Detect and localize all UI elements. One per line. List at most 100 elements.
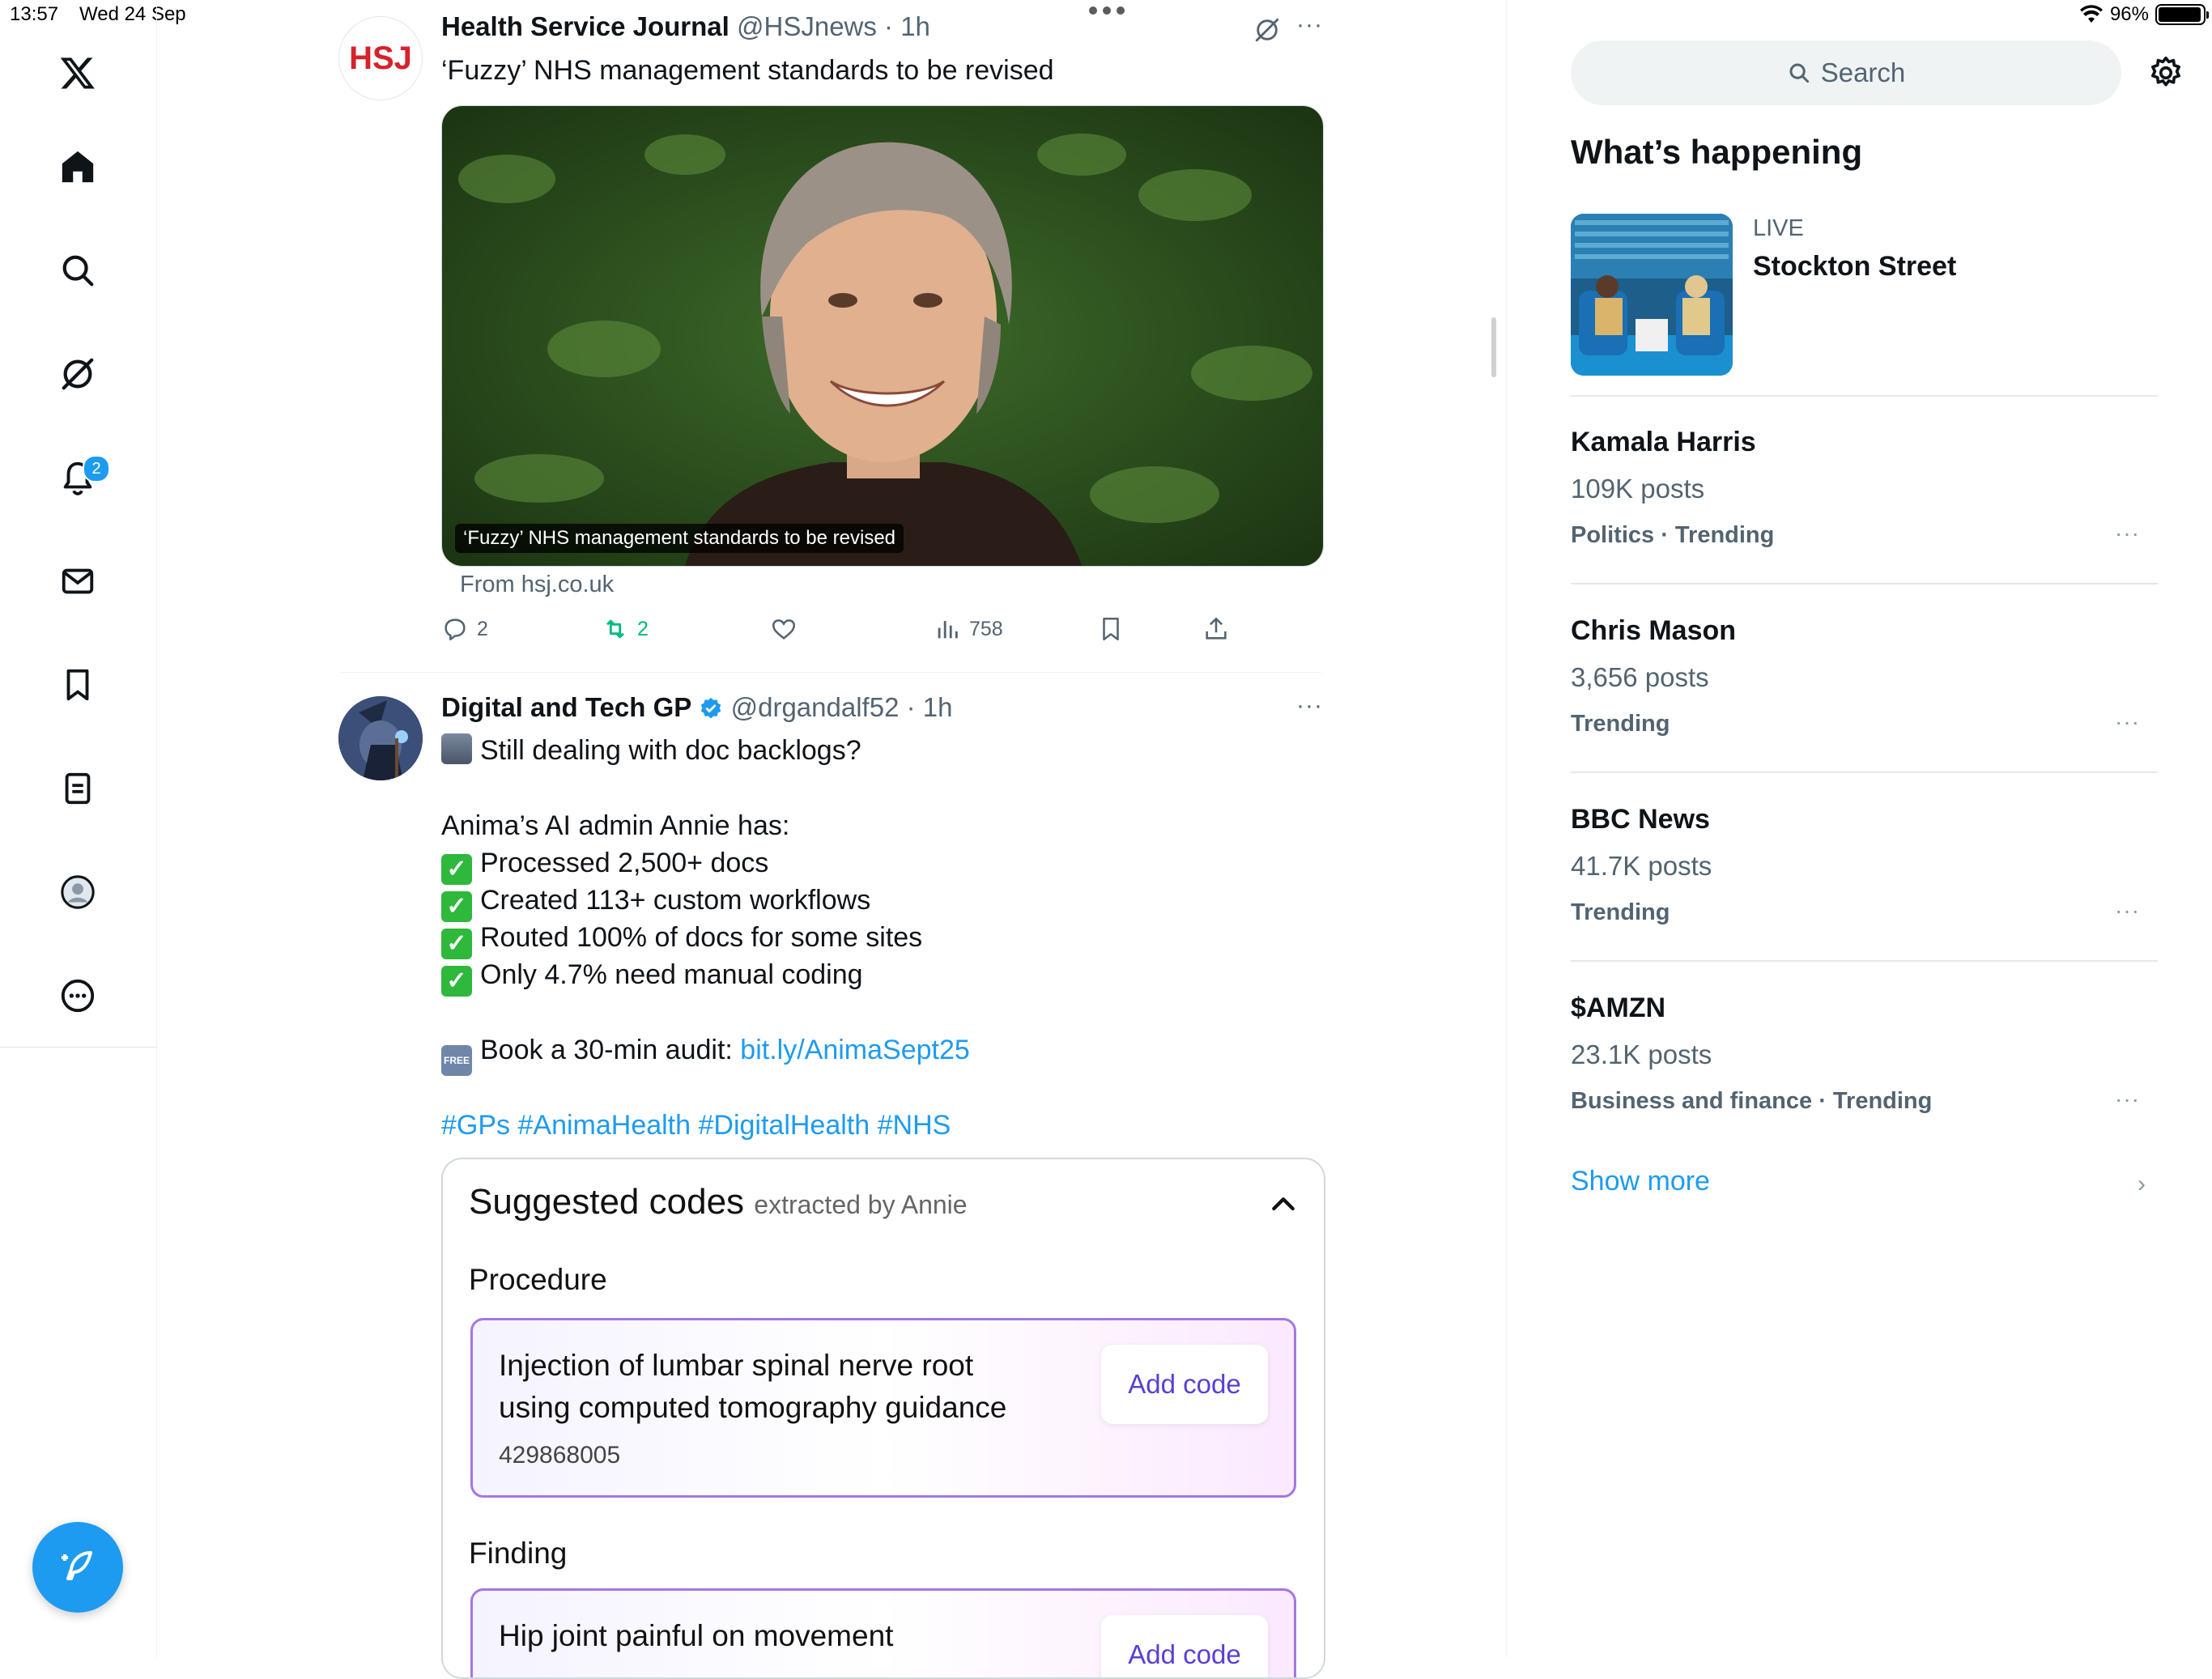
search-icon[interactable]: [45, 238, 110, 303]
notification-badge: 2: [83, 455, 110, 482]
tweet-more-icon[interactable]: ···: [1296, 11, 1323, 39]
live-title[interactable]: Stockton Street: [1753, 251, 1956, 283]
audit-link[interactable]: bit.ly/AnimaSept25: [740, 1035, 970, 1065]
trend-title: Chris Mason: [1571, 615, 1737, 646]
multitasking-handle[interactable]: [1089, 6, 1125, 15]
lists-icon[interactable]: [45, 756, 110, 821]
hashtags[interactable]: #GPs #AnimaHealth #DigitalHealth #NHS: [441, 1107, 951, 1144]
battery-icon: [2155, 4, 2209, 25]
link-card-image[interactable]: ‘Fuzzy’ NHS management standards to be r…: [441, 105, 1324, 567]
notifications-icon[interactable]: 2: [45, 445, 110, 510]
bookmarks-icon[interactable]: [45, 652, 110, 717]
author-name[interactable]: Health Service Journal: [441, 11, 730, 41]
author-meta[interactable]: @drgandalf52 · 1h: [731, 692, 953, 722]
tweet-line: Still dealing with doc backlogs?: [441, 732, 861, 769]
battery-percent: 96%: [2109, 3, 2149, 25]
wizard-avatar-image: [338, 696, 423, 780]
grok-icon[interactable]: [45, 342, 110, 406]
trend-category: Trending: [1571, 711, 1670, 737]
trend-category: Business and finance · Trending: [1571, 1088, 1933, 1114]
reply-icon: [445, 618, 466, 641]
add-code-button[interactable]: Add code: [1101, 1345, 1268, 1424]
check-emoji-icon: ✓: [441, 929, 472, 959]
compose-button[interactable]: [32, 1522, 123, 1613]
views-count: 758: [969, 617, 1003, 640]
trend-more-icon[interactable]: ···: [2115, 1086, 2140, 1112]
verified-badge-icon: [701, 697, 721, 719]
trend-posts: 23.1K posts: [1571, 1039, 1712, 1069]
reply-button[interactable]: 2: [441, 615, 488, 643]
card-source[interactable]: From hsj.co.uk: [460, 572, 614, 598]
home-icon[interactable]: [45, 134, 110, 199]
repost-icon: [606, 619, 624, 639]
author-name[interactable]: Digital and Tech GP: [441, 692, 691, 722]
tweet-line-text: Created 113+ custom workflows: [480, 885, 871, 916]
left-nav: 2: [0, 0, 157, 1658]
trend-more-icon[interactable]: ···: [2115, 709, 2140, 735]
grok-icon[interactable]: [1253, 16, 1281, 44]
live-event-thumbnail[interactable]: [1571, 214, 1733, 376]
tweet-divider: [338, 672, 1322, 673]
repost-button[interactable]: 2: [602, 615, 649, 643]
show-more-link[interactable]: Show more: [1571, 1166, 1710, 1197]
tweet-header: Digital and Tech GP @drgandalf52 · 1h: [441, 692, 952, 723]
add-code-button[interactable]: Add code: [1101, 1615, 1268, 1677]
sidebar-divider: [1571, 583, 2158, 584]
sidebar-divider: [1571, 771, 2158, 773]
more-icon[interactable]: [45, 963, 110, 1028]
bookmark-icon: [1103, 617, 1119, 641]
tweet-actions: 2 2 758: [441, 615, 1332, 652]
procedure-text-line1: Injection of lumbar spinal nerve root: [499, 1349, 974, 1382]
trend-title: BBC News: [1571, 804, 1710, 835]
bookmark-button[interactable]: [1097, 615, 1125, 643]
share-button[interactable]: [1202, 615, 1230, 643]
search-placeholder: Search: [1820, 57, 1906, 87]
trend-more-icon[interactable]: ···: [2115, 521, 2140, 546]
sidebar-divider: [1571, 960, 2158, 962]
split-view-handle[interactable]: [1491, 317, 1496, 377]
trend-more-icon[interactable]: ···: [2115, 898, 2140, 924]
tweet-line: Anima’s AI admin Annie has:: [441, 810, 790, 841]
trend-category: Trending: [1571, 899, 1670, 925]
chevron-right-icon[interactable]: ›: [2138, 1171, 2146, 1198]
messages-icon[interactable]: [45, 549, 110, 614]
author-meta[interactable]: @HSJnews · 1h: [737, 11, 930, 41]
hsj-logo: HSJ: [349, 40, 412, 76]
settings-gear-icon[interactable]: [2148, 55, 2184, 91]
avatar-hsj[interactable]: HSJ: [338, 16, 423, 100]
profile-icon[interactable]: [45, 860, 110, 925]
tweet-line-text: Routed 100% of docs for some sites: [480, 922, 923, 953]
procedure-code-number: 429868005: [499, 1442, 621, 1469]
tweet-line: ✓ Processed 2,500+ docs: [441, 844, 768, 885]
tweet-line: FREE Book a 30-min audit: bit.ly/AnimaSep…: [441, 1031, 970, 1076]
procedure-text-line2: using computed tomography guidance: [499, 1391, 1007, 1424]
sidebar-divider: [1571, 395, 2158, 397]
tweet-line-text: Processed 2,500+ docs: [480, 848, 769, 878]
search-icon: [1789, 63, 1809, 83]
avatar-drgandalf[interactable]: [338, 696, 423, 780]
repost-count: 2: [637, 617, 649, 640]
trend-posts: 109K posts: [1571, 474, 1705, 504]
tweet-line-text: Only 4.7% need manual coding: [480, 959, 863, 990]
compose-feather-icon: [62, 1551, 92, 1580]
share-icon: [1206, 617, 1227, 640]
check-emoji-icon: ✓: [441, 854, 472, 885]
folder-emoji-icon: [441, 733, 472, 764]
whats-happening-heading: What’s happening: [1571, 133, 1863, 171]
chevron-up-icon[interactable]: [1267, 1188, 1300, 1221]
card-caption: ‘Fuzzy’ NHS management standards to be r…: [455, 524, 904, 553]
tweet-more-icon[interactable]: ···: [1296, 692, 1323, 720]
tweet-header: Health Service Journal @HSJnews · 1h: [441, 11, 930, 42]
live-label: LIVE: [1753, 215, 1804, 241]
procedure-code-box: Injection of lumbar spinal nerve root us…: [470, 1318, 1296, 1498]
like-button[interactable]: [770, 615, 798, 643]
suggested-codes-card[interactable]: Suggested codes extracted by Annie Proce…: [441, 1158, 1325, 1679]
nav-separator: [0, 1047, 156, 1048]
finding-label: Finding: [469, 1537, 568, 1570]
search-input[interactable]: Search: [1571, 40, 2121, 105]
views-button[interactable]: 758: [934, 615, 1003, 643]
tweet-text: ‘Fuzzy’ NHS management standards to be r…: [441, 55, 1054, 86]
check-emoji-icon: ✓: [441, 966, 472, 997]
tweet-line: ✓ Only 4.7% need manual coding: [441, 956, 863, 997]
x-logo-icon[interactable]: [45, 40, 110, 105]
